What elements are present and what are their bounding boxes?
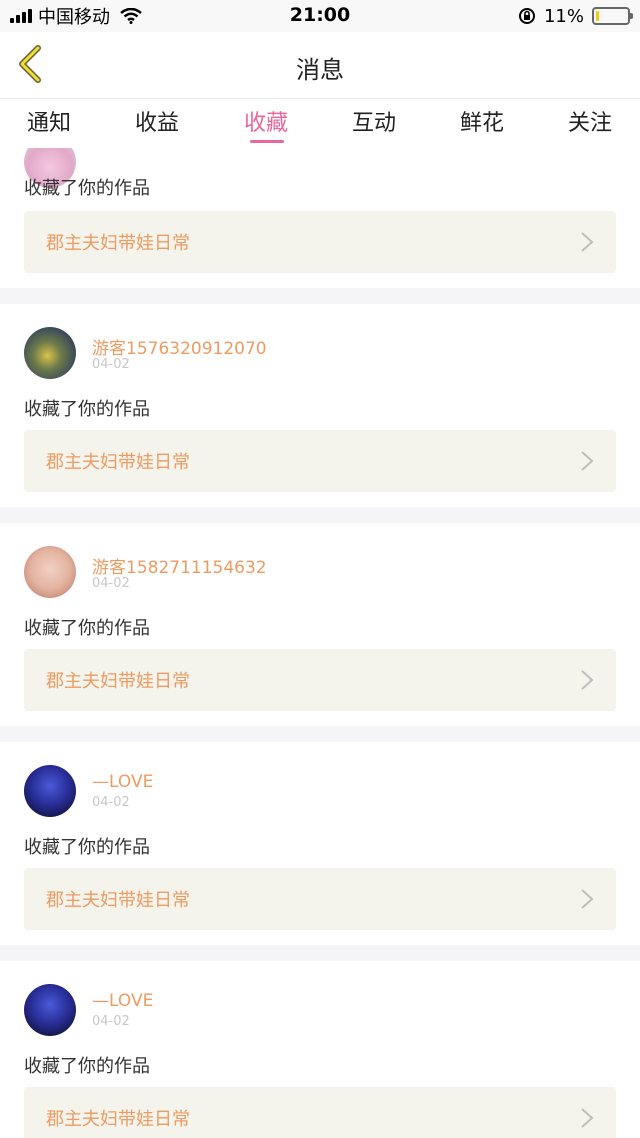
- message-date: 04-02: [92, 795, 130, 810]
- action-text: 收藏了你的作品: [24, 178, 150, 199]
- work-title: 郡主夫妇带娃日常: [46, 671, 190, 692]
- user-name[interactable]: 游客1576320912070: [92, 334, 267, 359]
- active-tab-indicator: [250, 140, 284, 143]
- avatar[interactable]: [24, 546, 76, 598]
- avatar[interactable]: [24, 765, 76, 817]
- user-name[interactable]: 游客1582711154632: [92, 553, 267, 578]
- message-date: 04-02: [92, 357, 130, 372]
- chevron-right-icon: [581, 232, 594, 252]
- work-title: 郡主夫妇带娃日常: [46, 233, 190, 254]
- work-link[interactable]: 郡主夫妇带娃日常: [24, 211, 616, 273]
- work-title: 郡主夫妇带娃日常: [46, 1109, 190, 1130]
- chevron-right-icon: [581, 889, 594, 909]
- tab-bar: 通知 收益 收藏 互动 鲜花 关注: [0, 98, 640, 148]
- avatar[interactable]: [24, 327, 76, 379]
- work-link[interactable]: 郡主夫妇带娃日常: [24, 430, 616, 492]
- user-name[interactable]: —LOVE: [92, 991, 153, 1011]
- chevron-right-icon: [581, 1108, 594, 1128]
- battery-level: [596, 11, 600, 21]
- tab-notifications[interactable]: 通知: [9, 105, 89, 137]
- tab-earnings[interactable]: 收益: [117, 105, 197, 137]
- work-title: 郡主夫妇带娃日常: [46, 452, 190, 473]
- message-list[interactable]: 收藏了你的作品 郡主夫妇带娃日常 游客1576320912070 04-02 收…: [0, 148, 640, 1138]
- list-item[interactable]: 游客1582711154632 04-02 收藏了你的作品 郡主夫妇带娃日常: [0, 523, 640, 726]
- avatar[interactable]: [24, 984, 76, 1036]
- battery-percent: 11%: [543, 5, 584, 27]
- work-title: 郡主夫妇带娃日常: [46, 890, 190, 911]
- tab-flowers[interactable]: 鲜花: [442, 105, 522, 137]
- status-bar: 中国移动 21:00 11%: [0, 0, 640, 32]
- page-title: 消息: [296, 56, 344, 84]
- work-link[interactable]: 郡主夫妇带娃日常: [24, 1087, 616, 1138]
- action-text: 收藏了你的作品: [24, 1056, 150, 1077]
- action-text: 收藏了你的作品: [24, 618, 150, 639]
- action-text: 收藏了你的作品: [24, 837, 150, 858]
- orientation-lock-icon: [518, 8, 535, 24]
- battery-icon: [592, 7, 633, 25]
- work-link[interactable]: 郡主夫妇带娃日常: [24, 868, 616, 930]
- chevron-right-icon: [581, 670, 594, 690]
- nav-header: 消息: [0, 32, 640, 98]
- list-item[interactable]: 收藏了你的作品 郡主夫妇带娃日常: [0, 148, 640, 288]
- chevron-right-icon: [581, 451, 594, 471]
- message-date: 04-02: [92, 1014, 130, 1029]
- tab-favorites[interactable]: 收藏: [226, 105, 306, 137]
- list-item[interactable]: —LOVE 04-02 收藏了你的作品 郡主夫妇带娃日常: [0, 742, 640, 945]
- status-right: 11%: [518, 4, 633, 28]
- action-text: 收藏了你的作品: [24, 399, 150, 420]
- tab-interactions[interactable]: 互动: [334, 105, 414, 137]
- list-item[interactable]: —LOVE 04-02 收藏了你的作品 郡主夫妇带娃日常: [0, 961, 640, 1138]
- message-date: 04-02: [92, 576, 130, 591]
- list-item[interactable]: 游客1576320912070 04-02 收藏了你的作品 郡主夫妇带娃日常: [0, 304, 640, 507]
- user-name[interactable]: —LOVE: [92, 772, 153, 792]
- work-link[interactable]: 郡主夫妇带娃日常: [24, 649, 616, 711]
- tab-following[interactable]: 关注: [550, 105, 630, 137]
